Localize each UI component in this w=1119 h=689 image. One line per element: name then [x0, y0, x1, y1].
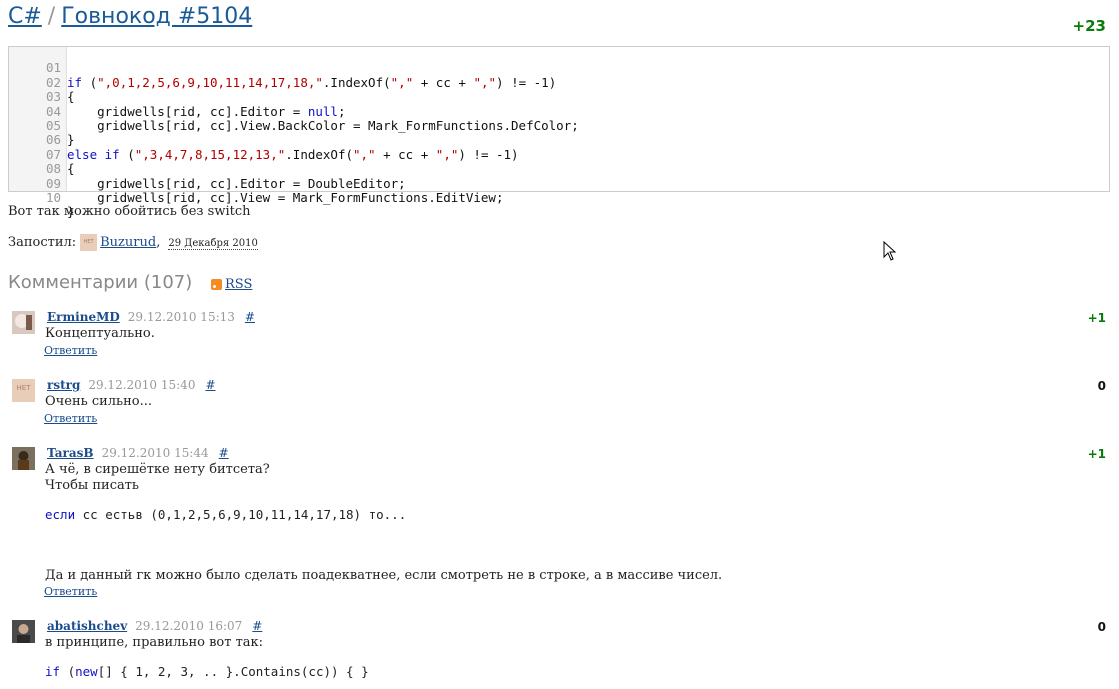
comment-permalink[interactable]: # [252, 619, 262, 633]
comment-body-line: Да и данный гк можно было сделать поадек… [45, 568, 723, 583]
comment-rating[interactable]: +1 [1088, 311, 1106, 325]
comment: ErmineMD 29.12.2010 15:13 # +1 Концептуаль… [12, 310, 1106, 361]
line-number: 08 [46, 161, 62, 177]
avatar-image [12, 311, 35, 334]
avatar [12, 311, 35, 334]
comment-header: ErmineMD 29.12.2010 15:13 # [47, 310, 255, 324]
line-number: 02 [46, 74, 62, 90]
avatar-image: НЕТ [12, 379, 35, 402]
post-title-link[interactable]: Говнокод #5104 [61, 4, 252, 29]
comment-author[interactable]: TarasB [47, 446, 94, 460]
post-date: 29 Декабря 2010 [168, 238, 258, 250]
comment-author[interactable]: abatishchev [47, 619, 127, 633]
rss-link-wrapper[interactable]: RSS [211, 277, 252, 292]
comment-header: TarasB 29.12.2010 15:44 # [47, 446, 229, 460]
page-title: C# / Говнокод #5104 [8, 4, 252, 29]
avatar [12, 620, 35, 643]
code-line: 04 gridwells[rid, cc].View.BackColor = M… [9, 90, 579, 133]
title-separator: / [47, 4, 56, 29]
comment-body-line: А чё, в сирешётке нету битсета? [45, 462, 270, 477]
comment-header: abatishchev 29.12.2010 16:07 # [47, 619, 262, 633]
code-line: 10 } [9, 177, 75, 219]
avatar-image [12, 620, 35, 643]
comment: НЕТ rstrg 29.12.2010 15:40 # 0 Очень сильн… [12, 378, 1106, 429]
code-line: 06 else if (",3,4,7,8,15,12,13,".IndexOf… [9, 119, 519, 161]
comment-author[interactable]: ErmineMD [47, 310, 120, 324]
code-rest: cc естьв (0,1,2,5,6,9,10,11,14,17,18) то… [75, 507, 407, 522]
line-number: 06 [46, 132, 62, 148]
code-line: 05 } [9, 105, 75, 147]
code-text: else if (",3,4,7,8,15,12,13,".IndexOf(",… [67, 146, 519, 162]
posted-by: Запостил: НЕТ Buzurud, 29 Декабря 2010 [8, 234, 258, 251]
comment: abatishchev 29.12.2010 16:07 # 0 в принцип… [12, 619, 1106, 689]
code-text: } [67, 132, 75, 148]
line-number: 07 [46, 146, 62, 162]
reply-link[interactable]: Ответить [44, 585, 97, 598]
language-link[interactable]: C# [8, 4, 42, 29]
code-text: { [67, 161, 75, 177]
comments-heading: Комментарии (107) [8, 272, 193, 293]
code-text: gridwells[rid, cc].Editor = null; [67, 103, 346, 119]
comment-code: если cc естьв (0,1,2,5,6,9,10,11,14,17,1… [45, 507, 406, 523]
comment-permalink[interactable]: # [205, 378, 215, 392]
code-keyword: if [45, 664, 61, 679]
author-avatar: НЕТ [80, 234, 98, 251]
code-line: 03 gridwells[rid, cc].Editor = null; [9, 76, 345, 118]
code-line: 08 gridwells[rid, cc].Editor = DoubleEdi… [9, 148, 406, 190]
avatar [12, 447, 35, 470]
comment-rating[interactable]: 0 [1098, 620, 1106, 634]
comment-code: if (new[] { 1, 2, 3, .. }.Contains(cc)) … [45, 664, 369, 680]
line-number: 04 [46, 103, 62, 119]
comment-permalink[interactable]: # [245, 310, 255, 324]
avatar-text: НЕТ [17, 384, 32, 392]
post-rating[interactable]: +23 [1073, 17, 1106, 35]
code-line: 02 { [9, 61, 75, 104]
line-number: 09 [46, 175, 62, 191]
comment-permalink[interactable]: # [219, 446, 229, 460]
comment-body-line: Чтобы писать [45, 478, 140, 493]
comment-body: Очень сильно... [45, 394, 152, 409]
comment-rating[interactable]: +1 [1088, 447, 1106, 461]
code-text: if (",0,1,2,5,6,9,10,11,14,17,18,".Index… [67, 74, 557, 90]
avatar-image [12, 447, 35, 470]
code-text: gridwells[rid, cc].Editor = DoubleEditor… [67, 175, 406, 191]
code-block: 01 if (",0,1,2,5,6,9,10,11,14,17,18,".In… [8, 46, 1110, 219]
code-text: gridwells[rid, cc].View.BackColor = Mark… [67, 118, 579, 133]
comment-rating[interactable]: 0 [1098, 379, 1106, 393]
comment-time: 29.12.2010 15:44 [101, 446, 209, 460]
comment-time: 29.12.2010 16:07 [135, 619, 243, 633]
author-link[interactable]: Buzurud [100, 235, 156, 250]
code-line: 01 if (",0,1,2,5,6,9,10,11,14,17,18,".In… [9, 47, 556, 89]
reply-link[interactable]: Ответить [44, 344, 97, 357]
comment-body: Концептуально. [45, 326, 155, 341]
post-description: Вот так можно обойтись без switch [8, 204, 251, 219]
avatar: НЕТ [12, 379, 35, 402]
rss-link[interactable]: RSS [225, 277, 252, 292]
rss-icon [211, 279, 222, 290]
code-keyword: если [45, 507, 76, 522]
comment-time: 29.12.2010 15:40 [88, 378, 196, 392]
comment-body: в принципе, правильно вот так: [45, 635, 264, 650]
author-comma: , [156, 235, 161, 250]
comment-author[interactable]: rstrg [47, 378, 80, 392]
line-number: 01 [46, 60, 62, 76]
code-line: 07 { [9, 133, 75, 176]
code-mid: ( [60, 664, 76, 679]
code-text: { [67, 89, 75, 105]
code-keyword: new [75, 664, 98, 679]
comment-header: rstrg 29.12.2010 15:40 # [47, 378, 216, 392]
mouse-cursor-icon [883, 241, 897, 261]
comment: TarasB 29.12.2010 15:44 # +1 А чё, в сиреш… [12, 446, 1106, 602]
code-line: 09 gridwells[rid, cc].View = Mark_FormFu… [9, 162, 504, 205]
line-number: 03 [46, 89, 62, 105]
comment-time: 29.12.2010 15:13 [127, 310, 235, 324]
reply-link[interactable]: Ответить [44, 412, 97, 425]
line-number: 05 [46, 118, 62, 133]
code-rest: [] { 1, 2, 3, .. }.Contains(cc)) { } [97, 664, 369, 679]
posted-label: Запостил: [8, 235, 77, 250]
